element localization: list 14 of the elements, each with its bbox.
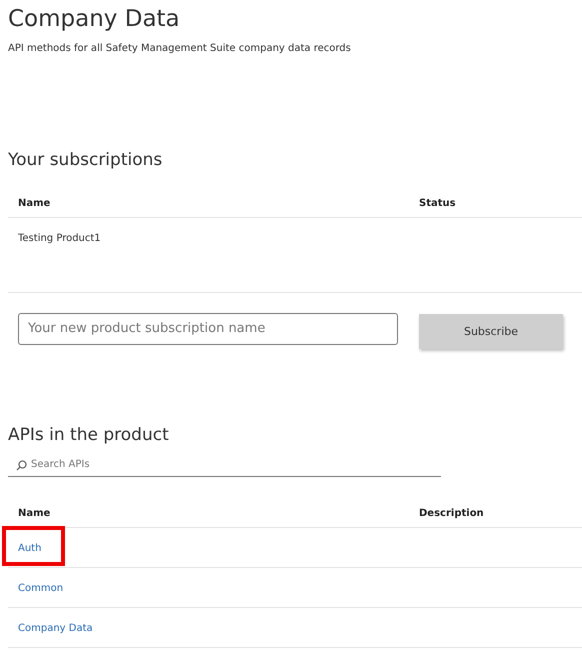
section-heading: Your subscriptions [8,149,162,172]
page-description: API methods for all Safety Management Suite company data records [8,42,351,56]
api-link[interactable]: Auth [18,542,42,567]
page-title: Company Data [8,5,180,34]
api-link[interactable]: Common [18,582,64,607]
api-link[interactable]: Company Data [18,622,93,647]
column-header: Name [18,197,50,211]
column-header: Name [18,507,50,521]
column-header: Status [419,197,456,211]
section-heading: APIs in the product [8,424,169,447]
table-cell-text: Testing Product1 [18,232,101,246]
subscribe-button[interactable]: Subscribe [419,314,563,349]
input-field[interactable]: Your new product subscription name [18,312,398,344]
column-header: Description [419,507,484,521]
